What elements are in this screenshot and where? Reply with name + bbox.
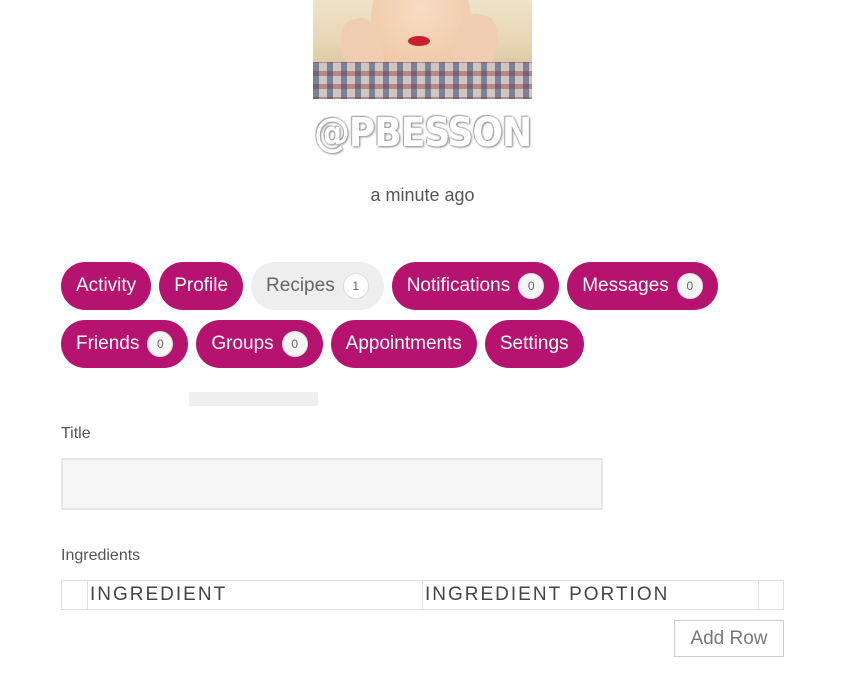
avatar[interactable] [313,0,532,99]
avatar-shirt [313,62,532,99]
add-row-button[interactable]: Add Row [674,620,784,657]
profile-nav-row-1: Activity Profile Recipes 1 Notifications… [61,262,761,310]
ingredients-table: INGREDIENT INGREDIENT PORTION [61,580,784,610]
avatar-lips [408,36,430,46]
tab-friends[interactable]: Friends 0 [61,320,189,368]
tab-settings[interactable]: Settings [484,320,584,368]
tab-label: Appointments [345,333,462,354]
profile-nav-row-2: Friends 0 Groups 0 Appointments Settings [61,320,761,368]
tab-label: Friends [76,333,140,354]
title-input[interactable] [61,458,603,510]
tab-activity[interactable]: Activity [61,262,152,310]
drag-handle-column [61,580,88,610]
tab-label: Activity [76,275,137,296]
count-badge: 0 [281,331,308,357]
count-badge: 0 [518,273,545,299]
tab-label: Messages [582,275,669,296]
sub-nav-bar [189,392,318,406]
tab-label: Notifications [406,275,511,296]
profile-username: @PBESSON [313,110,532,156]
tab-messages[interactable]: Messages 0 [567,262,718,310]
title-label: Title [61,425,91,442]
column-header-ingredient: INGREDIENT [87,580,423,610]
table-header-row: INGREDIENT INGREDIENT PORTION [61,580,784,610]
tab-label: Settings [499,333,569,354]
tab-appointments[interactable]: Appointments [330,320,477,368]
tab-groups[interactable]: Groups 0 [196,320,323,368]
tab-label: Groups [211,333,274,354]
tab-label: Profile [174,275,229,296]
ingredients-label: Ingredients [61,547,141,564]
tab-label: Recipes [266,275,335,296]
profile-nav: Activity Profile Recipes 1 Notifications… [61,262,761,378]
count-badge: 0 [147,331,174,357]
tab-profile[interactable]: Profile [159,262,244,310]
row-actions-column [758,580,784,610]
tab-notifications[interactable]: Notifications 0 [391,262,560,310]
last-active-text: a minute ago [370,185,475,205]
count-badge: 1 [342,273,369,299]
column-header-ingredient-portion: INGREDIENT PORTION [422,580,759,610]
tab-recipes[interactable]: Recipes 1 [251,262,384,310]
count-badge: 0 [676,273,703,299]
